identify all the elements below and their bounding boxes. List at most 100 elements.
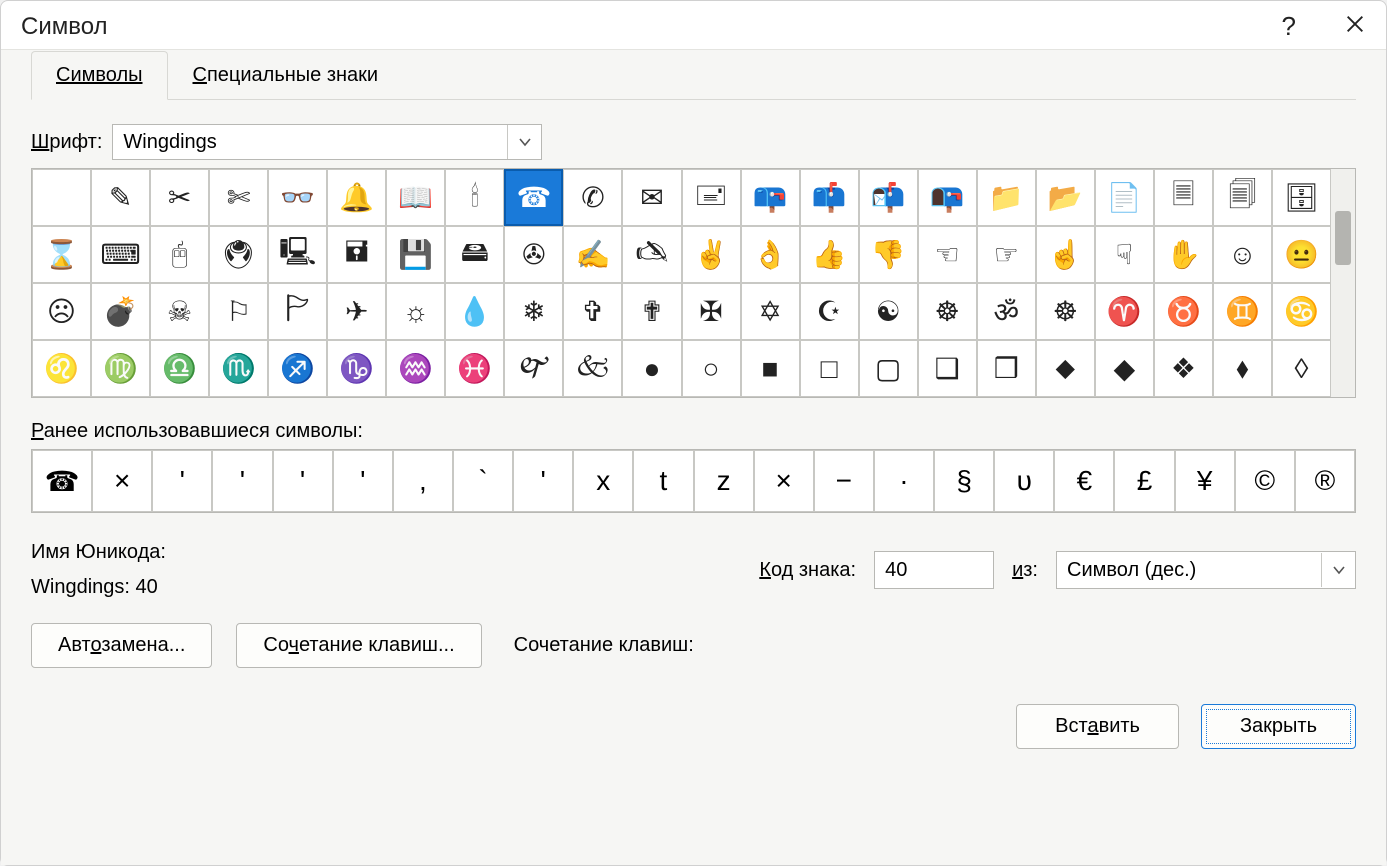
symbol-cell[interactable]: ✇ [504,226,563,283]
symbol-cell[interactable]: ✆ [563,169,622,226]
recent-symbol-cell[interactable]: © [1235,450,1295,512]
recent-symbol-cell[interactable]: ¥ [1175,450,1235,512]
font-select[interactable]: Wingdings [112,124,542,160]
recent-symbol-cell[interactable]: ʹ [273,450,333,512]
symbol-cell[interactable] [32,169,91,226]
recent-symbol-cell[interactable]: , [393,450,453,512]
symbol-cell[interactable]: 🕯 [445,169,504,226]
recent-symbol-cell[interactable]: υ [994,450,1054,512]
symbol-cell[interactable]: 👓 [268,169,327,226]
recent-symbol-cell[interactable]: z [694,450,754,512]
recent-symbol-cell[interactable]: € [1054,450,1114,512]
symbol-cell[interactable]: ☞ [977,226,1036,283]
recent-symbol-cell[interactable]: £ [1114,450,1174,512]
symbol-cell[interactable]: ● [622,340,681,397]
symbol-cell[interactable]: 📬 [859,169,918,226]
symbol-cell[interactable]: ❖ [1154,340,1213,397]
symbol-cell[interactable]: 🙰 [504,340,563,397]
shortcut-key-button[interactable]: Сочетание клавиш... [236,623,481,668]
symbol-cell[interactable]: ✟ [622,283,681,340]
symbol-cell[interactable]: ○ [682,340,741,397]
symbol-cell[interactable]: 💾 [386,226,445,283]
symbol-cell[interactable]: ⚐ [209,283,268,340]
symbol-cell[interactable]: ☝ [1036,226,1095,283]
recent-symbol-cell[interactable]: t [633,450,693,512]
symbol-cell[interactable]: ✡ [741,283,800,340]
symbol-cell[interactable]: ◆ [1095,340,1154,397]
recent-symbol-cell[interactable]: ʹ [212,450,272,512]
insert-button[interactable]: Вставить [1016,704,1179,749]
recent-symbol-cell[interactable]: § [934,450,994,512]
symbol-cell[interactable]: ☠ [150,283,209,340]
symbol-cell[interactable]: ✂ [150,169,209,226]
symbol-cell[interactable]: 🖃 [682,169,741,226]
recent-symbol-cell[interactable]: ʹ [152,450,212,512]
symbol-cell[interactable]: ♎ [150,340,209,397]
symbol-cell[interactable]: ✄ [209,169,268,226]
symbol-cell[interactable]: 🖴 [445,226,504,283]
symbol-cell[interactable]: 🖲 [209,226,268,283]
symbol-cell[interactable]: ☼ [386,283,445,340]
symbol-cell[interactable]: 📁 [977,169,1036,226]
symbol-cell[interactable]: ⬥ [1036,340,1095,397]
symbol-cell[interactable]: ♓ [445,340,504,397]
symbol-cell[interactable]: ✍ [563,226,622,283]
symbol-cell[interactable]: 💧 [445,283,504,340]
symbol-cell[interactable]: 📖 [386,169,445,226]
symbol-cell[interactable]: ♊ [1213,283,1272,340]
scroll-thumb[interactable] [1335,211,1351,265]
symbol-cell[interactable]: ☯ [859,283,918,340]
symbol-cell[interactable]: ✌ [682,226,741,283]
close-button[interactable]: Закрыть [1201,704,1356,749]
recent-symbol-cell[interactable]: x [573,450,633,512]
symbol-cell[interactable]: ☸ [918,283,977,340]
help-icon[interactable]: ? [1282,13,1296,39]
recent-symbol-cell[interactable]: ` [453,450,513,512]
symbol-cell[interactable]: 😐 [1272,226,1331,283]
symbol-cell[interactable]: 🖎 [622,226,681,283]
symbol-cell[interactable]: 🗏 [1154,169,1213,226]
chevron-down-icon[interactable] [507,125,541,159]
symbol-cell[interactable]: 📭 [918,169,977,226]
symbol-cell[interactable]: 👍 [800,226,859,283]
symbol-cell[interactable]: ⌛ [32,226,91,283]
symbol-cell[interactable]: ⌨ [91,226,150,283]
symbol-cell[interactable]: 📪 [741,169,800,226]
symbol-cell[interactable]: ♐ [268,340,327,397]
autocorrect-button[interactable]: Автозамена... [31,623,212,668]
symbol-cell[interactable]: ✞ [563,283,622,340]
tab-symbols[interactable]: Символы [31,51,168,100]
symbol-cell[interactable]: ☎ [504,169,563,226]
symbol-cell[interactable]: ☹ [32,283,91,340]
symbol-cell[interactable]: 💣 [91,283,150,340]
symbol-cell[interactable]: ✎ [91,169,150,226]
symbol-cell[interactable]: ☜ [918,226,977,283]
symbol-cell[interactable]: ❑ [918,340,977,397]
symbol-cell[interactable]: ▢ [859,340,918,397]
symbol-cell[interactable]: ☪ [800,283,859,340]
symbol-cell[interactable]: ॐ [977,283,1036,340]
recent-symbol-cell[interactable]: ʹ [333,450,393,512]
symbol-cell[interactable]: ♌ [32,340,91,397]
symbol-cell[interactable]: ♋ [1272,283,1331,340]
symbol-cell[interactable]: ■ [741,340,800,397]
symbol-cell[interactable]: ◊ [1272,340,1331,397]
tab-special-chars[interactable]: Специальные знаки [168,51,404,100]
symbol-cell[interactable]: ❄ [504,283,563,340]
symbol-cell[interactable]: 🔔 [327,169,386,226]
symbol-cell[interactable]: ♒ [386,340,445,397]
symbol-cell[interactable]: ♈ [1095,283,1154,340]
symbol-cell[interactable]: ♍ [91,340,150,397]
symbol-cell[interactable]: 📂 [1036,169,1095,226]
symbol-cell[interactable]: 🗄 [1272,169,1331,226]
symbol-cell[interactable]: 👌 [741,226,800,283]
from-select[interactable]: Символ (дес.) [1056,551,1356,589]
symbol-cell[interactable]: ✉ [622,169,681,226]
symbol-cell[interactable]: ✈ [327,283,386,340]
recent-symbol-cell[interactable]: · [874,450,934,512]
symbol-cell[interactable]: ☟ [1095,226,1154,283]
symbol-cell[interactable]: 📫 [800,169,859,226]
symbol-cell[interactable]: 🖳 [268,226,327,283]
char-code-input[interactable] [874,551,994,589]
symbol-cell[interactable]: 🏱 [268,283,327,340]
